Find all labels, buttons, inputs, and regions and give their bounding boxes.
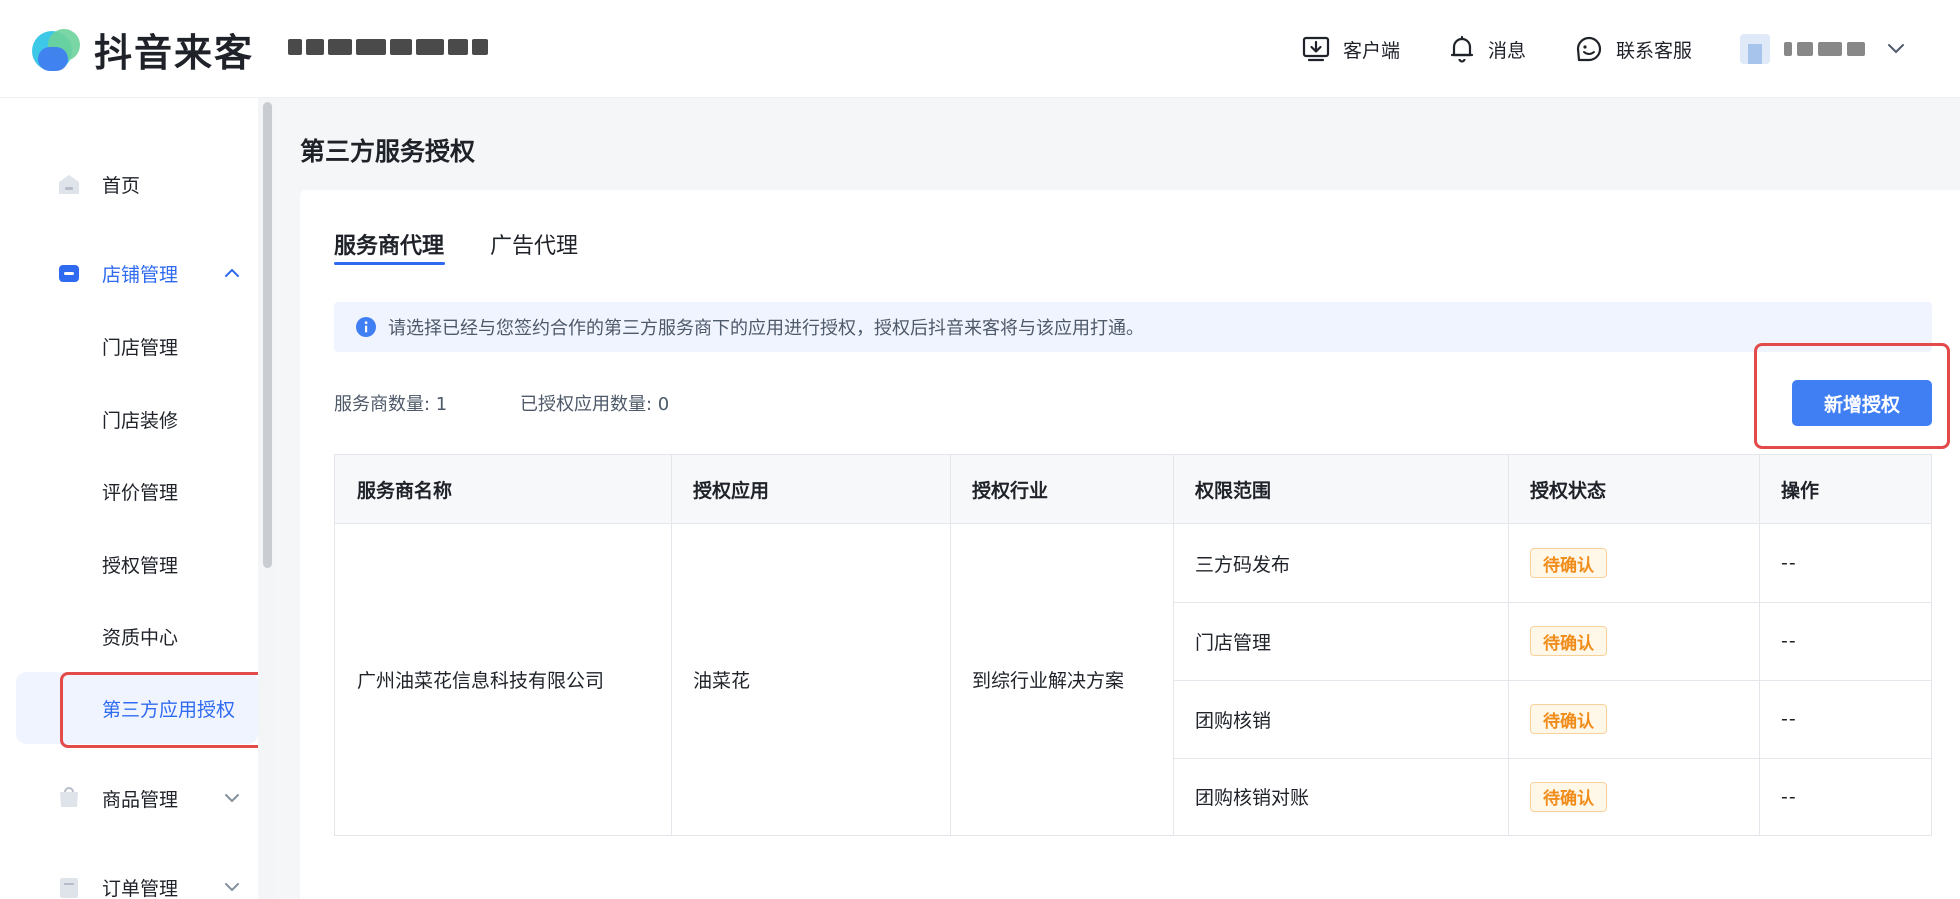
sidebar-subitem-qualification[interactable]: 资质中心 bbox=[0, 608, 258, 664]
sidebar-subitem-store-list[interactable]: 门店管理 bbox=[0, 318, 258, 374]
sidebar-subitem-label: 门店装修 bbox=[102, 409, 179, 432]
customer-service-button[interactable]: 联系客服 bbox=[1574, 34, 1692, 64]
sidebar-item-goods-management[interactable]: 商品管理 bbox=[0, 768, 258, 828]
tab-active-indicator bbox=[334, 262, 445, 265]
client-label: 客户端 bbox=[1342, 39, 1400, 62]
provider-count: 服务商数量: 1 bbox=[334, 394, 448, 415]
table-cell-scope: 门店管理 bbox=[1195, 631, 1272, 654]
status-badge: 待确认 bbox=[1530, 704, 1607, 734]
chevron-down-icon bbox=[225, 794, 239, 803]
notice-text: 请选择已经与您签约合作的第三方服务商下的应用进行授权，授权后抖音来客将与该应用打… bbox=[388, 318, 1144, 339]
home-icon bbox=[59, 175, 79, 194]
column-header: 权限范围 bbox=[1195, 480, 1272, 502]
user-name-redacted bbox=[1784, 42, 1865, 56]
logo[interactable]: 抖音来客 bbox=[28, 22, 254, 77]
sidebar-item-home[interactable]: 首页 bbox=[0, 154, 258, 214]
table-cell-action: -- bbox=[1781, 708, 1797, 730]
status-badge: 待确认 bbox=[1530, 626, 1607, 656]
customer-service-label: 联系客服 bbox=[1615, 39, 1692, 62]
download-icon bbox=[1302, 36, 1330, 62]
sidebar-subitem-authorization[interactable]: 授权管理 bbox=[0, 536, 258, 592]
table-cell-app: 油菜花 bbox=[693, 670, 751, 692]
authorized-app-count: 已授权应用数量: 0 bbox=[520, 394, 670, 415]
sidebar-subitem-label: 资质中心 bbox=[102, 626, 179, 649]
status-badge: 待确认 bbox=[1530, 548, 1607, 578]
status-badge: 待确认 bbox=[1530, 781, 1607, 812]
page-title: 第三方服务授权 bbox=[300, 137, 476, 166]
info-notice: 请选择已经与您签约合作的第三方服务商下的应用进行授权，授权后抖音来客将与该应用打… bbox=[334, 302, 1932, 352]
chevron-down-icon bbox=[1888, 44, 1904, 54]
table-cell-provider: 广州油菜花信息科技有限公司 bbox=[357, 670, 605, 692]
sidebar-item-label: 订单管理 bbox=[102, 877, 179, 899]
avatar bbox=[1740, 34, 1770, 64]
table-cell-industry: 到综行业解决方案 bbox=[972, 670, 1125, 692]
sidebar-item-label: 店铺管理 bbox=[102, 263, 179, 286]
highlight-box-sidebar bbox=[60, 672, 276, 748]
sidebar-item-order-management[interactable]: 订单管理 bbox=[0, 857, 258, 899]
column-header: 授权状态 bbox=[1530, 480, 1607, 502]
tab-ad-agent[interactable]: 广告代理 bbox=[490, 228, 578, 260]
sidebar-subitem-reviews[interactable]: 评价管理 bbox=[0, 463, 258, 519]
logo-mark-icon bbox=[28, 25, 86, 75]
table-cell-action: -- bbox=[1781, 785, 1797, 808]
support-icon bbox=[1576, 36, 1602, 62]
table-row: 待确认 bbox=[1508, 758, 1759, 835]
table-cell-scope: 三方码发布 bbox=[1195, 553, 1291, 576]
column-header: 服务商名称 bbox=[357, 480, 453, 502]
sidebar-subitem-label: 评价管理 bbox=[102, 481, 179, 504]
user-menu[interactable] bbox=[1740, 29, 1950, 69]
info-icon bbox=[356, 317, 376, 337]
sidebar-scrollbar-thumb[interactable] bbox=[263, 102, 272, 568]
goods-icon bbox=[60, 787, 78, 807]
tab-provider-agent[interactable]: 服务商代理 bbox=[334, 228, 444, 260]
table-cell-action: -- bbox=[1781, 552, 1797, 574]
sidebar-subitem-label: 授权管理 bbox=[102, 554, 179, 577]
table-row: 待确认 bbox=[1508, 680, 1759, 758]
authorization-table: 服务商名称 授权应用 授权行业 权限范围 授权状态 操作 广州油菜花信息科技有限… bbox=[334, 454, 1932, 836]
table-row: 待确认 bbox=[1508, 602, 1759, 680]
highlight-box-add-button bbox=[1754, 343, 1950, 449]
column-header: 授权行业 bbox=[972, 480, 1049, 502]
client-download-button[interactable]: 客户端 bbox=[1301, 34, 1400, 64]
table-cell-scope: 团购核销 bbox=[1195, 709, 1272, 732]
table-row: 待确认 bbox=[1508, 524, 1759, 602]
chevron-down-icon bbox=[225, 883, 239, 892]
table-cell-scope: 团购核销对账 bbox=[1195, 787, 1310, 809]
sidebar-item-label: 首页 bbox=[102, 174, 141, 197]
table-header bbox=[335, 455, 1931, 524]
sidebar-subitem-label: 门店管理 bbox=[102, 336, 179, 359]
messages-button[interactable]: 消息 bbox=[1448, 34, 1526, 64]
sidebar-item-label: 商品管理 bbox=[102, 788, 179, 811]
bell-icon bbox=[1450, 35, 1474, 63]
logo-text: 抖音来客 bbox=[94, 31, 255, 75]
store-icon bbox=[59, 265, 79, 282]
shop-name-redacted bbox=[288, 33, 504, 61]
sidebar-item-store-management[interactable]: 店铺管理 bbox=[0, 243, 258, 303]
table-cell-action: -- bbox=[1781, 630, 1797, 652]
column-header: 操作 bbox=[1781, 480, 1820, 502]
column-header: 授权应用 bbox=[693, 480, 770, 502]
order-icon bbox=[60, 878, 78, 898]
messages-label: 消息 bbox=[1487, 39, 1526, 62]
sidebar-subitem-store-decoration[interactable]: 门店装修 bbox=[0, 391, 258, 447]
chevron-up-icon bbox=[225, 268, 239, 277]
top-header: 抖音来客 客户端 消息 联系客服 bbox=[0, 0, 1960, 98]
